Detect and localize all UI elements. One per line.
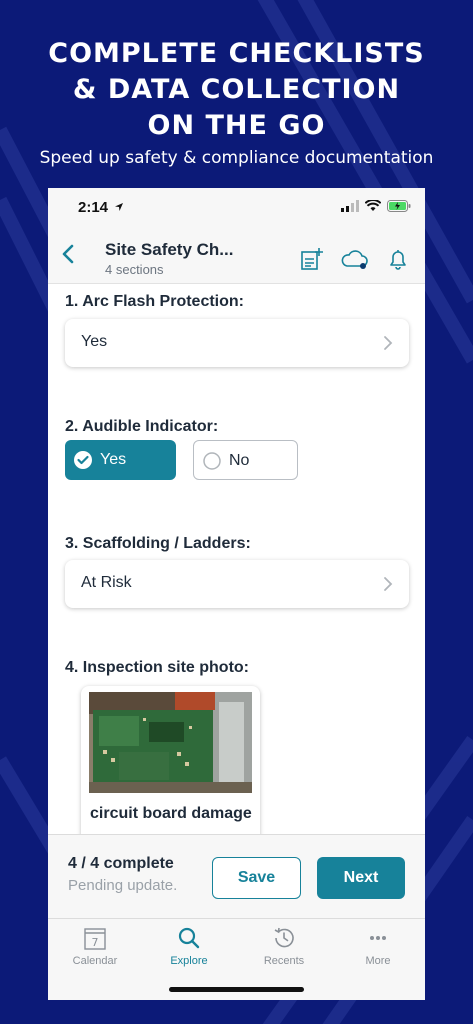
checklist-content: 1. Arc Flash Protection: Yes 2. Audible … (48, 284, 425, 834)
tab-more[interactable]: More (331, 925, 425, 975)
next-button[interactable]: Next (317, 857, 405, 899)
search-icon (178, 927, 200, 949)
tab-label: Calendar (72, 955, 118, 967)
option-label: No (229, 452, 250, 469)
history-icon (274, 927, 294, 948)
option-label: Yes (100, 451, 127, 468)
headline-line-2: & DATA COLLECTION (72, 74, 401, 105)
page-title: Site Safety Ch... (105, 240, 234, 259)
battery-charging-icon (387, 200, 411, 212)
tab-label: Recents (263, 955, 305, 967)
headline: COMPLETE CHECKLISTS & DATA COLLECTION ON… (0, 36, 473, 144)
inspection-photo (89, 692, 252, 793)
home-indicator (169, 987, 304, 992)
tab-label: More (365, 955, 391, 967)
save-button[interactable]: Save (212, 857, 301, 899)
chevron-left-icon[interactable] (56, 240, 80, 268)
bell-icon[interactable] (385, 246, 411, 272)
question-label: 1. Arc Flash Protection: (65, 293, 244, 310)
photo-card[interactable]: circuit board damage (81, 686, 260, 834)
tab-bar: 7 Calendar Explore Recents More (48, 918, 425, 1000)
progress-text: 4 / 4 complete (68, 855, 174, 872)
headline-line-1: COMPLETE CHECKLISTS (48, 38, 425, 69)
tab-label: Explore (170, 955, 208, 967)
wifi-icon (365, 200, 381, 211)
more-icon (370, 936, 386, 940)
location-arrow-icon (115, 203, 123, 211)
radio-empty-icon (203, 452, 221, 470)
question-label: 3. Scaffolding / Ladders: (65, 535, 251, 552)
add-note-icon[interactable] (298, 246, 324, 272)
nav-bar: Site Safety Ch... 4 sections (48, 228, 425, 284)
tab-recents[interactable]: Recents (237, 925, 331, 975)
chevron-right-icon (384, 577, 393, 591)
headline-line-3: ON THE GO (147, 110, 326, 141)
question-label: 2. Audible Indicator: (65, 418, 219, 435)
page-subtitle: 4 sections (105, 262, 164, 277)
check-circle-icon (74, 451, 92, 469)
select-value: Yes (81, 333, 108, 350)
action-bar: 4 / 4 complete Pending update. Save Next (48, 834, 425, 918)
tab-calendar[interactable]: 7 Calendar (48, 925, 142, 975)
chevron-right-icon (384, 336, 393, 350)
tab-explore[interactable]: Explore (142, 925, 236, 975)
question-label: 4. Inspection site photo: (65, 659, 250, 676)
select-value: At Risk (81, 574, 132, 591)
phone-screen: 2:14 Site Safety Ch... 4 sections 1. Arc… (48, 188, 425, 1000)
calendar-day: 7 (92, 936, 99, 949)
sync-status: Pending update. (68, 877, 178, 894)
cloud-sync-icon[interactable] (340, 246, 370, 272)
status-time: 2:14 (78, 199, 109, 216)
status-bar: 2:14 (48, 188, 425, 228)
photo-caption: circuit board damage (90, 805, 252, 822)
audible-yes-option[interactable]: Yes (65, 440, 176, 480)
audible-no-option[interactable]: No (193, 440, 298, 480)
scaffolding-select[interactable]: At Risk (65, 560, 409, 608)
arc-flash-select[interactable]: Yes (65, 319, 409, 367)
signal-icon (341, 200, 359, 212)
headline-subtitle: Speed up safety & compliance documentati… (39, 148, 434, 168)
calendar-icon: 7 (84, 928, 106, 950)
status-icons (341, 200, 411, 212)
